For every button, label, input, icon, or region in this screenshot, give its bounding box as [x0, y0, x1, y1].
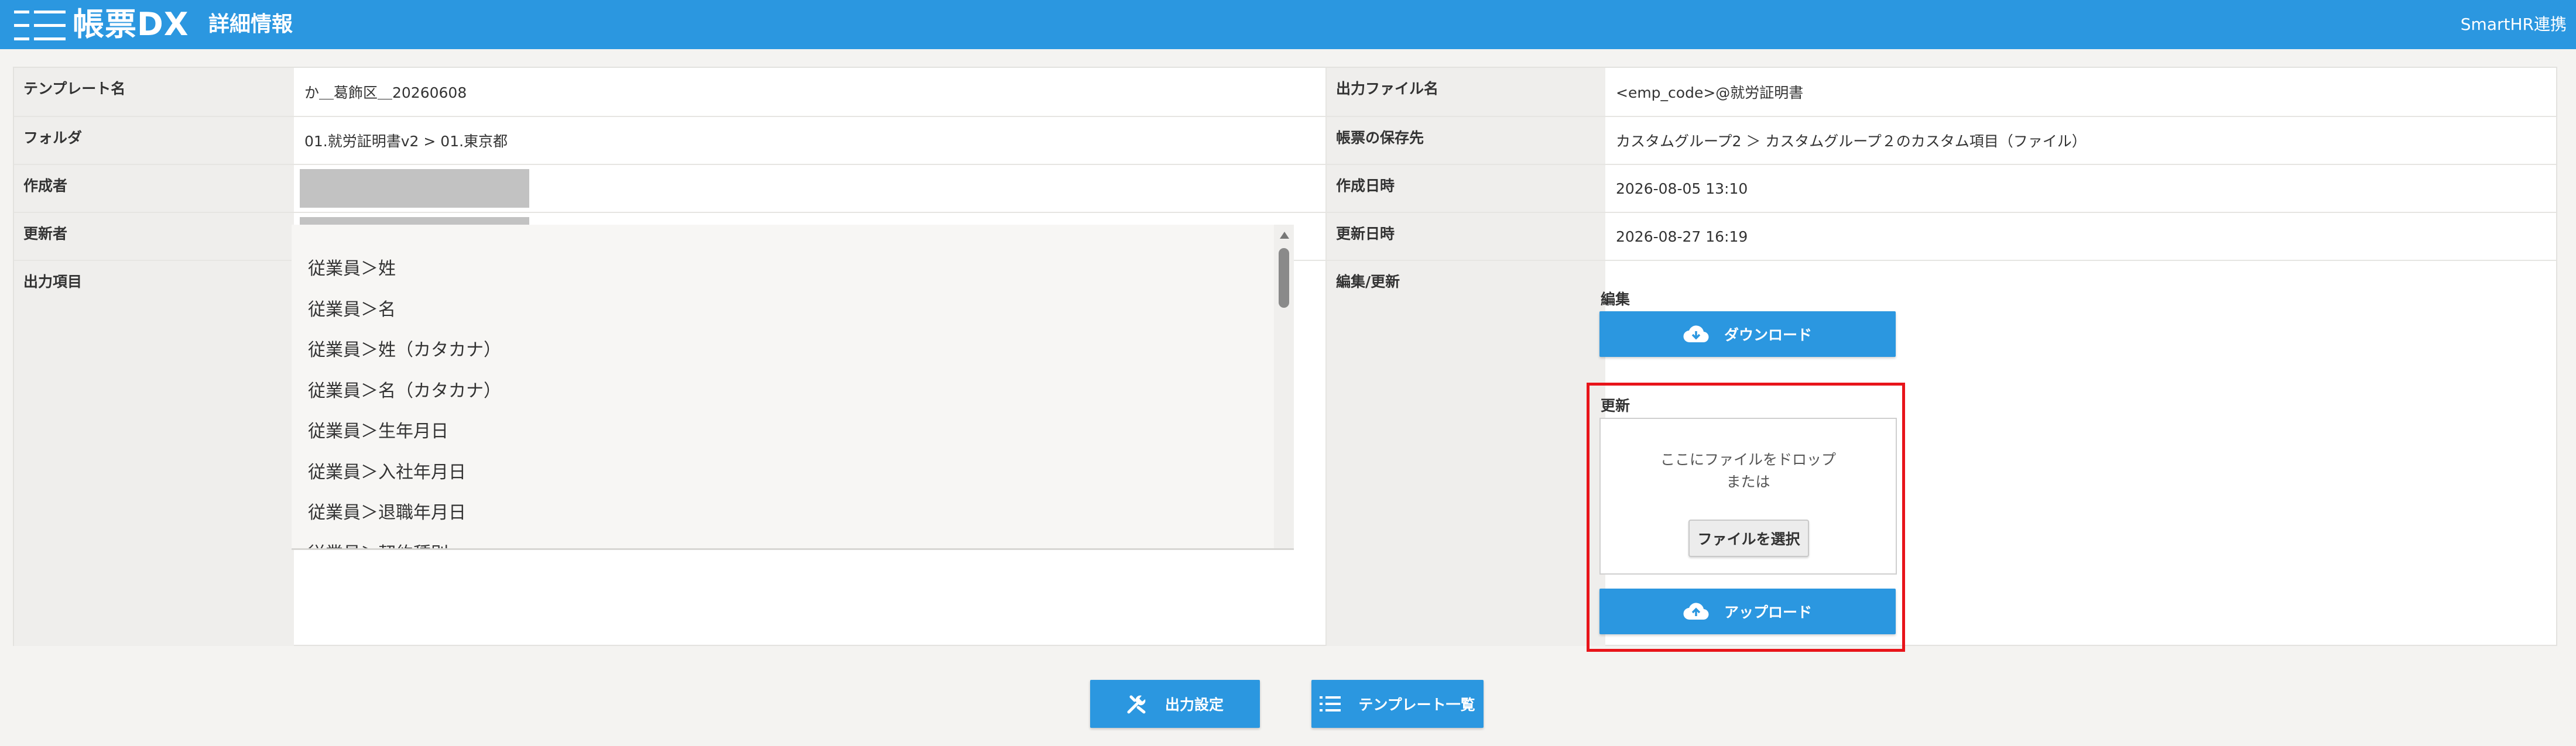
cloud-download-icon: [1683, 325, 1709, 343]
template-name-value: か＿葛飾区＿20260608: [304, 84, 467, 101]
output-file-value: <emp_code>@就労証明書: [1616, 84, 1804, 101]
list-item: 従業員＞姓: [308, 259, 396, 279]
dropzone-text: ここにファイルをドロップ: [1660, 451, 1836, 468]
output-file-label: 出力ファイル名: [1325, 68, 1605, 116]
save-destination-label: 帳票の保存先: [1325, 117, 1605, 164]
dropzone-or-text: または: [1726, 473, 1770, 490]
list-item: 従業員＞生年月日: [308, 421, 448, 442]
edit-section-label: 編集: [1601, 291, 1630, 308]
file-dropzone[interactable]: ここにファイルをドロップ または ファイルを選択: [1599, 418, 1897, 575]
creator-label: 作成者: [14, 165, 294, 212]
output-items-label: 出力項目: [14, 261, 294, 646]
template-list-label: テンプレート一覧: [1358, 696, 1475, 713]
list-item: 従業員＞退職年月日: [308, 503, 466, 523]
cloud-upload-icon: [1683, 603, 1709, 620]
list-item: 従業員＞入社年月日: [308, 462, 466, 483]
app-logo[interactable]: 帳票DX: [73, 5, 189, 44]
list-item: 従業員＞姓（カタカナ）: [308, 340, 501, 360]
output-settings-button[interactable]: 出力設定: [1090, 680, 1260, 728]
template-list-button[interactable]: テンプレート一覧: [1311, 680, 1484, 728]
download-button-label: ダウンロード: [1724, 326, 1812, 343]
download-button[interactable]: ダウンロード: [1599, 311, 1896, 357]
upload-button-label: アップロード: [1724, 604, 1812, 621]
list-scrollbar[interactable]: [1274, 225, 1294, 548]
redacted-block: [300, 169, 529, 208]
created-at-value: 2026-08-05 13:10: [1616, 180, 1748, 197]
choose-file-button[interactable]: ファイルを選択: [1688, 520, 1809, 557]
detail-row-folder: フォルダ 01.就労証明書v2 > 01.東京都 帳票の保存先 カスタムグループ…: [14, 117, 2556, 165]
list-item: 従業員＞契約種別: [308, 539, 448, 548]
created-at-label: 作成日時: [1325, 165, 1605, 212]
updater-label: 更新者: [14, 213, 294, 260]
menu-lines-icon[interactable]: [14, 9, 66, 42]
updated-at-label: 更新日時: [1325, 213, 1605, 260]
list-item: 従業員＞名（カタカナ）: [308, 381, 501, 401]
folder-label: フォルダ: [14, 117, 294, 164]
edit-update-label: 編集/更新: [1325, 261, 1605, 646]
list-item: 従業員＞名: [308, 300, 396, 320]
update-section-label: 更新: [1601, 397, 1630, 414]
template-name-label: テンプレート名: [14, 68, 294, 116]
detail-row-creator: 作成者 作成日時 2026-08-05 13:10: [14, 165, 2556, 213]
updated-at-value: 2026-08-27 16:19: [1616, 228, 1748, 245]
tools-icon: [1127, 695, 1146, 714]
scroll-thumb[interactable]: [1279, 248, 1289, 308]
output-items-list[interactable]: 従業員＞姓 従業員＞名 従業員＞姓（カタカナ） 従業員＞名（カタカナ） 従業員＞…: [292, 225, 1294, 550]
app-header: 帳票DX 詳細情報 SmartHR連携: [0, 0, 2576, 49]
upload-button[interactable]: アップロード: [1599, 589, 1896, 634]
smarthr-link[interactable]: SmartHR連携: [2461, 13, 2567, 36]
page-title: 詳細情報: [208, 12, 293, 36]
detail-row-template-name: テンプレート名 か＿葛飾区＿20260608 出力ファイル名 <emp_code…: [14, 68, 2556, 117]
creator-value: [294, 165, 1325, 212]
list-icon: [1320, 696, 1341, 711]
scroll-up-arrow-icon[interactable]: [1280, 232, 1289, 239]
output-settings-label: 出力設定: [1164, 696, 1224, 713]
folder-value: 01.就労証明書v2 > 01.東京都: [304, 133, 508, 150]
save-destination-value: カスタムグループ2 ＞ カスタムグループ２のカスタム項目（ファイル）: [1616, 133, 2087, 150]
